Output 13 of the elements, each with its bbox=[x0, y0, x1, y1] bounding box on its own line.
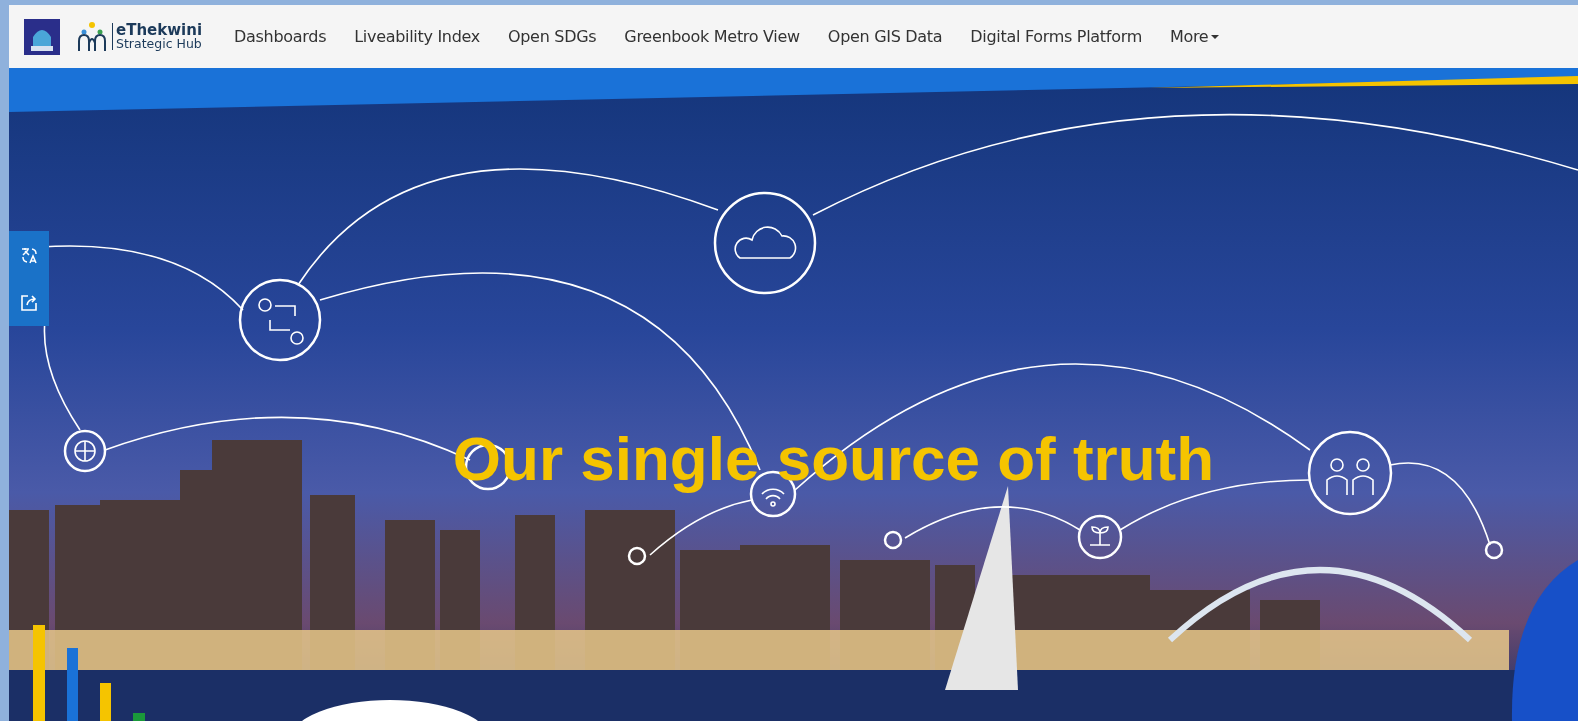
nav-link[interactable]: Greenbook Metro View bbox=[610, 19, 814, 54]
nav-link[interactable]: Dashboards bbox=[220, 19, 341, 54]
more-menu-button[interactable]: More bbox=[1155, 19, 1234, 54]
nav-link[interactable]: Digital Forms Platform bbox=[956, 19, 1156, 54]
share-icon[interactable] bbox=[19, 292, 39, 313]
nav-link[interactable]: Liveability Index bbox=[340, 19, 494, 54]
logo-subtitle: Strategic Hub bbox=[116, 37, 203, 51]
logo-title: eThekwini bbox=[116, 22, 203, 38]
crest-logo-icon[interactable] bbox=[24, 18, 60, 55]
nav-link[interactable]: Open SDGs bbox=[493, 19, 611, 54]
people-network-icon bbox=[76, 20, 108, 53]
nav-link[interactable]: Open GIS Data bbox=[813, 19, 957, 54]
caret-icon bbox=[1211, 34, 1220, 39]
